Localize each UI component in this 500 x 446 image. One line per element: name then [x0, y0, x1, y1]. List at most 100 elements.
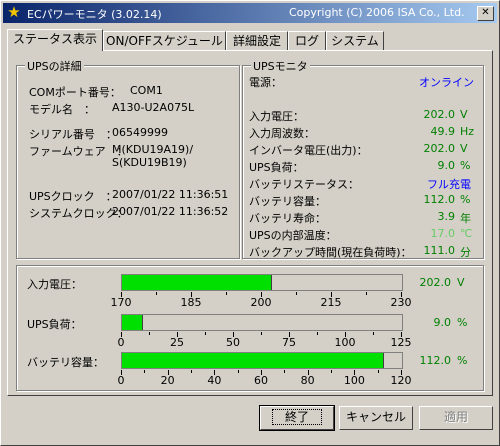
gauge-battery-fill: [122, 353, 385, 368]
power-status-value: オンライン: [419, 76, 474, 89]
gauge-tick-label: 215: [320, 296, 342, 309]
exit-button[interactable]: 終了: [259, 405, 335, 431]
ups-load-value: 9.0: [437, 159, 456, 172]
ups-monitor-group: UPSモニタ 電源： オンライン 入力電圧： 202.0 V 入力周波数： 49…: [242, 58, 484, 259]
ups-clock-value: 2007/01/22 11:36:51: [112, 188, 229, 201]
backup-time-value: 111.0: [423, 244, 456, 257]
gauge-tick-label: 0: [117, 374, 125, 387]
gauge-battery-value: 112.0: [419, 354, 452, 367]
gauge-tick-label: 80: [300, 374, 315, 387]
battery-status-value: フル充電: [427, 178, 471, 191]
gauge-tick: [296, 292, 297, 295]
gauge-tick-label: 185: [180, 296, 202, 309]
gauge-tick-label: 120: [390, 374, 412, 387]
gauge-tick: [284, 370, 286, 373]
firmware-value-sub: S(KDU19B19): [112, 156, 187, 169]
gauges-group: 入力電圧： 202.0 V 170 185 200 215 230 UPS負荷： 9.0…: [16, 265, 484, 391]
gauge-tick: [317, 332, 318, 335]
gauge-tick-label: 60: [254, 374, 268, 387]
gauge-tick: [261, 332, 262, 335]
gauge-tick-label: 170: [110, 296, 132, 309]
power-label: 電源：: [249, 76, 282, 89]
model-value: A130-U2A075L: [112, 101, 195, 114]
internal-temp-value: 17.0: [430, 227, 456, 240]
gauge-tick-label: 100: [343, 374, 365, 387]
firmware-value-main: M(KDU19A19)/: [112, 143, 194, 156]
serial-value: 06549999: [112, 126, 168, 139]
battery-capacity-unit: %: [460, 193, 471, 206]
gauge-voltage-value: 202.0: [419, 276, 452, 289]
battery-life-value: 3.9: [437, 210, 456, 223]
backup-time-unit: 分: [460, 246, 471, 259]
backup-time-label: バックアップ時間(現在負荷時)：: [249, 246, 412, 259]
gauge-tick: [226, 292, 227, 295]
system-clock-value: 2007/01/22 11:36:52: [112, 205, 229, 218]
window-title: ECパワーモニタ (3.02.14): [27, 8, 162, 21]
tab-settings[interactable]: 詳細設定: [226, 31, 288, 50]
apply-button[interactable]: 適用: [419, 406, 493, 430]
gauge-load-value: 9.0: [433, 316, 452, 329]
com-port-label: COMポート番号：: [29, 86, 121, 99]
gauge-tick-label: 40: [207, 374, 222, 387]
battery-capacity-value: 112.0: [423, 193, 456, 206]
internal-temp-unit: ℃: [460, 227, 473, 240]
tab-system[interactable]: システム: [326, 31, 384, 50]
inverter-voltage-label: インバータ電圧(出力)：: [249, 144, 368, 157]
input-frequency-value: 49.9: [430, 125, 456, 138]
gauge-tick-label: 20: [160, 374, 175, 387]
ups-details-group: UPSの詳細 COMポート番号： COM1 モデル名 ： A130-U2A075…: [16, 58, 240, 259]
status-panel: UPSの詳細 COMポート番号： COM1 モデル名 ： A130-U2A075…: [7, 50, 493, 396]
gauge-tick: [373, 332, 374, 335]
title-bar[interactable]: ★ ECパワーモニタ (3.02.14) Copyright (C) 2006 …: [3, 3, 497, 23]
gauge-voltage-label: 入力電圧：: [27, 278, 82, 291]
tab-log[interactable]: ログ: [288, 31, 326, 50]
gauge-tick: [366, 292, 367, 295]
battery-status-label: バッテリステータス：: [249, 178, 359, 191]
ups-monitor-title: UPSモニタ: [251, 58, 310, 74]
gauge-voltage-fill: [122, 275, 273, 290]
input-voltage-label: 入力電圧：: [249, 110, 304, 123]
tab-schedule[interactable]: ON/OFFスケジュール: [103, 31, 226, 50]
input-frequency-label: 入力周波数：: [249, 127, 315, 140]
input-frequency-unit: Hz: [460, 125, 475, 138]
gauge-tick: [156, 292, 157, 295]
input-voltage-unit: V: [460, 108, 468, 121]
gauge-load-bar: [121, 314, 403, 331]
inverter-voltage-value: 202.0: [423, 142, 456, 155]
battery-life-unit: 年: [460, 212, 471, 225]
battery-capacity-label: バッテリ容量：: [249, 195, 326, 208]
com-port-value: COM1: [130, 84, 163, 97]
gauge-battery-label: バッテリ容量：: [27, 356, 104, 369]
gauge-tick: [191, 370, 192, 373]
input-voltage-value: 202.0: [423, 108, 456, 121]
star-icon: ★: [7, 3, 21, 21]
gauge-tick: [237, 370, 239, 373]
main-window: ★ ECパワーモニタ (3.02.14) Copyright (C) 2006 …: [0, 0, 500, 446]
gauge-load-unit: %: [457, 316, 468, 329]
battery-life-label: バッテリ寿命：: [249, 212, 326, 225]
inverter-voltage-unit: V: [460, 142, 468, 155]
gauge-tick-label: 0: [117, 336, 125, 349]
gauge-tick: [377, 370, 379, 373]
ups-load-unit: %: [460, 159, 471, 172]
gauge-battery-bar: [121, 352, 403, 369]
model-label: モデル名 ：: [29, 103, 95, 116]
gauge-tick-label: 100: [334, 336, 356, 349]
gauge-voltage-unit: V: [457, 276, 465, 289]
gauge-load-label: UPS負荷：: [27, 318, 82, 331]
ups-clock-label: UPSクロック ：: [29, 190, 117, 203]
gauge-tick: [144, 370, 146, 373]
close-button[interactable]: ✕: [477, 6, 494, 21]
ups-details-title: UPSの詳細: [25, 58, 84, 74]
tab-status[interactable]: ステータス表示: [7, 29, 103, 51]
copyright-text: Copyright (C) 2006 ISA Co., Ltd.: [289, 6, 465, 19]
gauge-voltage-bar: [121, 274, 403, 291]
serial-label: シリアル番号 ：: [29, 128, 117, 141]
gauge-tick-label: 125: [390, 336, 412, 349]
gauge-load-fill: [122, 315, 144, 330]
cancel-button[interactable]: キャンセル: [339, 406, 413, 430]
exit-button-label: 終了: [271, 409, 322, 425]
gauge-tick: [331, 370, 332, 373]
gauge-tick-label: 75: [282, 336, 296, 349]
gauge-battery-unit: %: [457, 354, 468, 367]
